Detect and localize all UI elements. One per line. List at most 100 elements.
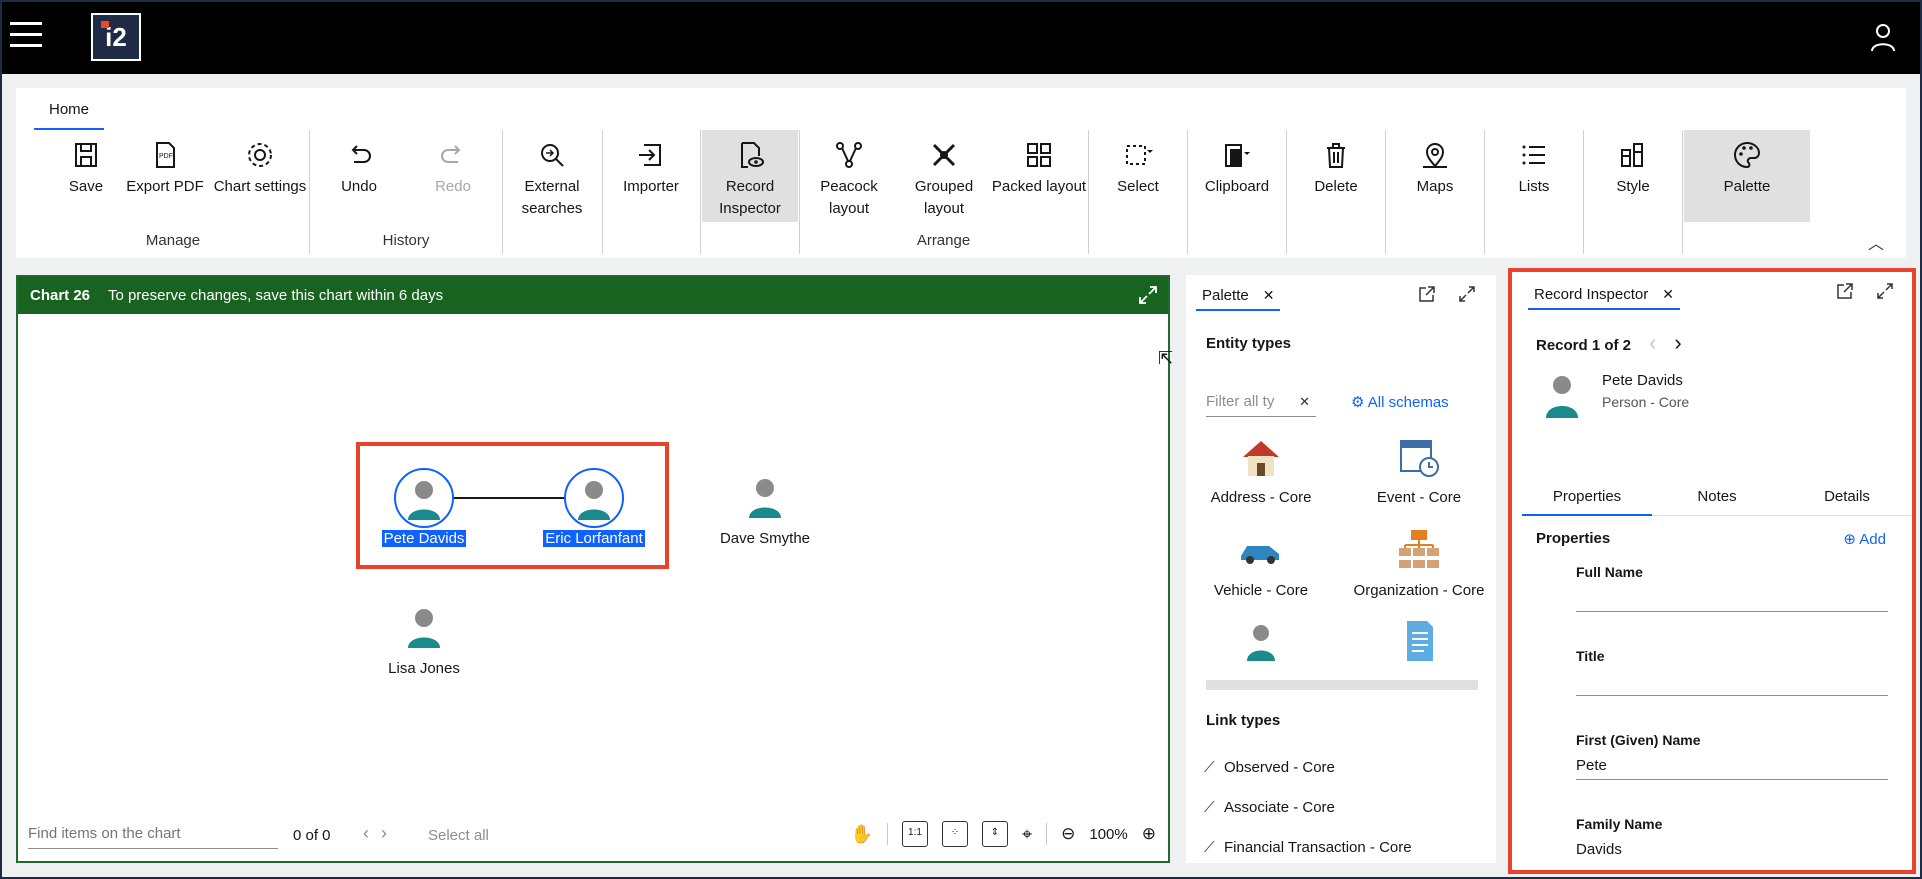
entity-type-vehicle[interactable]: Vehicle - Core <box>1186 528 1336 599</box>
select-button[interactable]: Select <box>1090 130 1186 222</box>
tab-notes[interactable]: Notes <box>1652 488 1782 505</box>
tab-details[interactable]: Details <box>1782 488 1912 505</box>
app-logo[interactable]: i2 <box>91 13 141 61</box>
trash-icon <box>1327 143 1345 168</box>
external-search-icon <box>541 144 564 167</box>
grouped-layout-button[interactable]: Grouped layout <box>896 130 992 222</box>
ribbon-divider <box>1187 130 1188 254</box>
previous-record-icon[interactable]: ‹ <box>1649 330 1656 355</box>
export-pdf-button[interactable]: PDF Export PDF <box>117 130 213 222</box>
collapse-ribbon-icon[interactable]: ︿ <box>1868 230 1884 254</box>
entity-type-organization[interactable]: Organization - Core <box>1344 528 1494 599</box>
tab-home[interactable]: Home <box>34 96 104 130</box>
entity-type-person[interactable] <box>1186 619 1336 673</box>
first-name-input[interactable]: Pete <box>1576 752 1888 780</box>
link-type-observed[interactable]: ⟋ Observed - Core <box>1204 759 1335 776</box>
maps-label: Maps <box>1416 178 1454 195</box>
tab-record-inspector[interactable]: Record Inspector ✕ <box>1528 280 1680 310</box>
save-icon <box>75 143 97 167</box>
select-all-link[interactable]: Select all <box>428 827 489 844</box>
add-property-button[interactable]: ⊕ Add <box>1843 530 1886 548</box>
actual-size-icon[interactable]: 1:1 <box>901 821 928 847</box>
link-type-financial-transaction[interactable]: ⟋ Financial Transaction - Core <box>1204 839 1412 856</box>
title-input[interactable] <box>1576 668 1888 696</box>
chart-node-pete-davids[interactable]: Pete Davids <box>364 468 484 547</box>
fit-selection-icon[interactable]: ⁘ <box>941 821 968 847</box>
record-inspector-icon <box>741 142 764 168</box>
link-type-associate[interactable]: ⟋ Associate - Core <box>1204 799 1335 816</box>
filter-placeholder: Filter all ty <box>1206 393 1275 410</box>
zoom-out-icon[interactable]: ⊖ <box>1061 824 1075 844</box>
tab-properties[interactable]: Properties <box>1522 488 1652 516</box>
import-icon <box>639 144 661 166</box>
export-pdf-label: Export PDF <box>126 178 204 195</box>
house-icon <box>1243 441 1279 476</box>
node-label: Eric Lorfanfant <box>543 530 645 547</box>
next-record-icon[interactable]: › <box>1674 330 1681 355</box>
clipboard-button[interactable]: Clipboard <box>1189 130 1285 222</box>
select-label: Select <box>1117 178 1159 195</box>
expand-icon[interactable] <box>1138 285 1158 305</box>
peacock-layout-button[interactable]: Peacock layout <box>801 130 897 222</box>
chart-node-eric-lorfanfant[interactable]: Eric Lorfanfant <box>534 468 654 547</box>
expand-icon[interactable] <box>1458 285 1476 303</box>
zoom-in-icon[interactable]: ⊕ <box>1142 824 1156 844</box>
maps-button[interactable]: Maps <box>1387 130 1483 222</box>
field-title: Title <box>1576 648 1888 696</box>
entity-type-document[interactable] <box>1344 619 1494 673</box>
full-name-input[interactable] <box>1576 584 1888 612</box>
ribbon-divider <box>1583 130 1584 254</box>
chart-node-dave-smythe[interactable]: Dave Smythe <box>705 468 825 547</box>
entity-type-event[interactable]: Event - Core <box>1344 435 1494 506</box>
logo-mark <box>101 21 109 28</box>
redo-button[interactable]: Redo <box>405 130 501 222</box>
list-icon <box>1522 145 1545 165</box>
ribbon-divider <box>502 130 503 254</box>
filter-entity-types-input[interactable]: Filter all ty ✕ <box>1206 387 1316 417</box>
chart-node-lisa-jones[interactable]: Lisa Jones <box>364 598 484 677</box>
fit-height-icon[interactable]: ⇕ <box>981 821 1008 847</box>
close-icon[interactable]: ✕ <box>1263 287 1275 303</box>
ribbon-toolbar: Home Save PDF Export PDF Chart settings … <box>16 88 1906 258</box>
match-nav-arrows[interactable]: ‹› <box>363 823 399 844</box>
grouped-layout-icon <box>932 143 956 167</box>
all-schemas-button[interactable]: ⚙ All schemas <box>1351 393 1449 411</box>
entity-types-heading: Entity types <box>1206 335 1292 352</box>
record-inspector-button[interactable]: Record Inspector <box>702 130 798 222</box>
family-name-input[interactable]: Davids <box>1576 836 1888 864</box>
pan-hand-icon[interactable]: ✋ <box>851 824 873 845</box>
pop-out-icon[interactable] <box>1418 285 1436 303</box>
node-label: Pete Davids <box>381 530 467 547</box>
select-icon <box>1126 145 1153 165</box>
center-target-icon[interactable]: ⌖ <box>1022 824 1032 845</box>
importer-button[interactable]: Importer <box>603 130 699 222</box>
user-profile-icon[interactable] <box>1870 22 1896 52</box>
expand-icon[interactable] <box>1876 282 1894 300</box>
clear-filter-icon[interactable]: ✕ <box>1299 387 1310 417</box>
lists-label: Lists <box>1518 178 1550 195</box>
hamburger-menu-icon[interactable] <box>10 22 42 52</box>
delete-label: Delete <box>1314 178 1358 195</box>
lists-button[interactable]: Lists <box>1486 130 1582 222</box>
chart-settings-button[interactable]: Chart settings <box>212 130 308 222</box>
undo-button[interactable]: Undo <box>311 130 407 222</box>
properties-heading: Properties <box>1536 530 1611 547</box>
mouse-cursor-icon: ⇱ <box>1158 348 1174 368</box>
ribbon-divider <box>309 130 310 254</box>
palette-scrollbar[interactable] <box>1206 680 1478 690</box>
external-searches-button[interactable]: External searches <box>504 130 600 222</box>
tab-palette[interactable]: Palette ✕ <box>1196 281 1281 311</box>
link-label: Associate - Core <box>1224 799 1335 816</box>
packed-layout-button[interactable]: Packed layout <box>991 130 1087 222</box>
palette-button[interactable]: Palette <box>1684 130 1810 222</box>
delete-button[interactable]: Delete <box>1288 130 1384 222</box>
pop-out-icon[interactable] <box>1836 282 1854 300</box>
entity-type-address[interactable]: Address - Core <box>1186 435 1336 506</box>
style-button[interactable]: Style <box>1585 130 1681 222</box>
entity-label: Event - Core <box>1376 489 1462 506</box>
find-items-input[interactable] <box>28 819 278 849</box>
palette-label: Palette <box>1723 178 1771 195</box>
group-label-history: History <box>382 232 430 249</box>
ribbon-divider <box>799 130 800 254</box>
close-icon[interactable]: ✕ <box>1662 286 1674 302</box>
